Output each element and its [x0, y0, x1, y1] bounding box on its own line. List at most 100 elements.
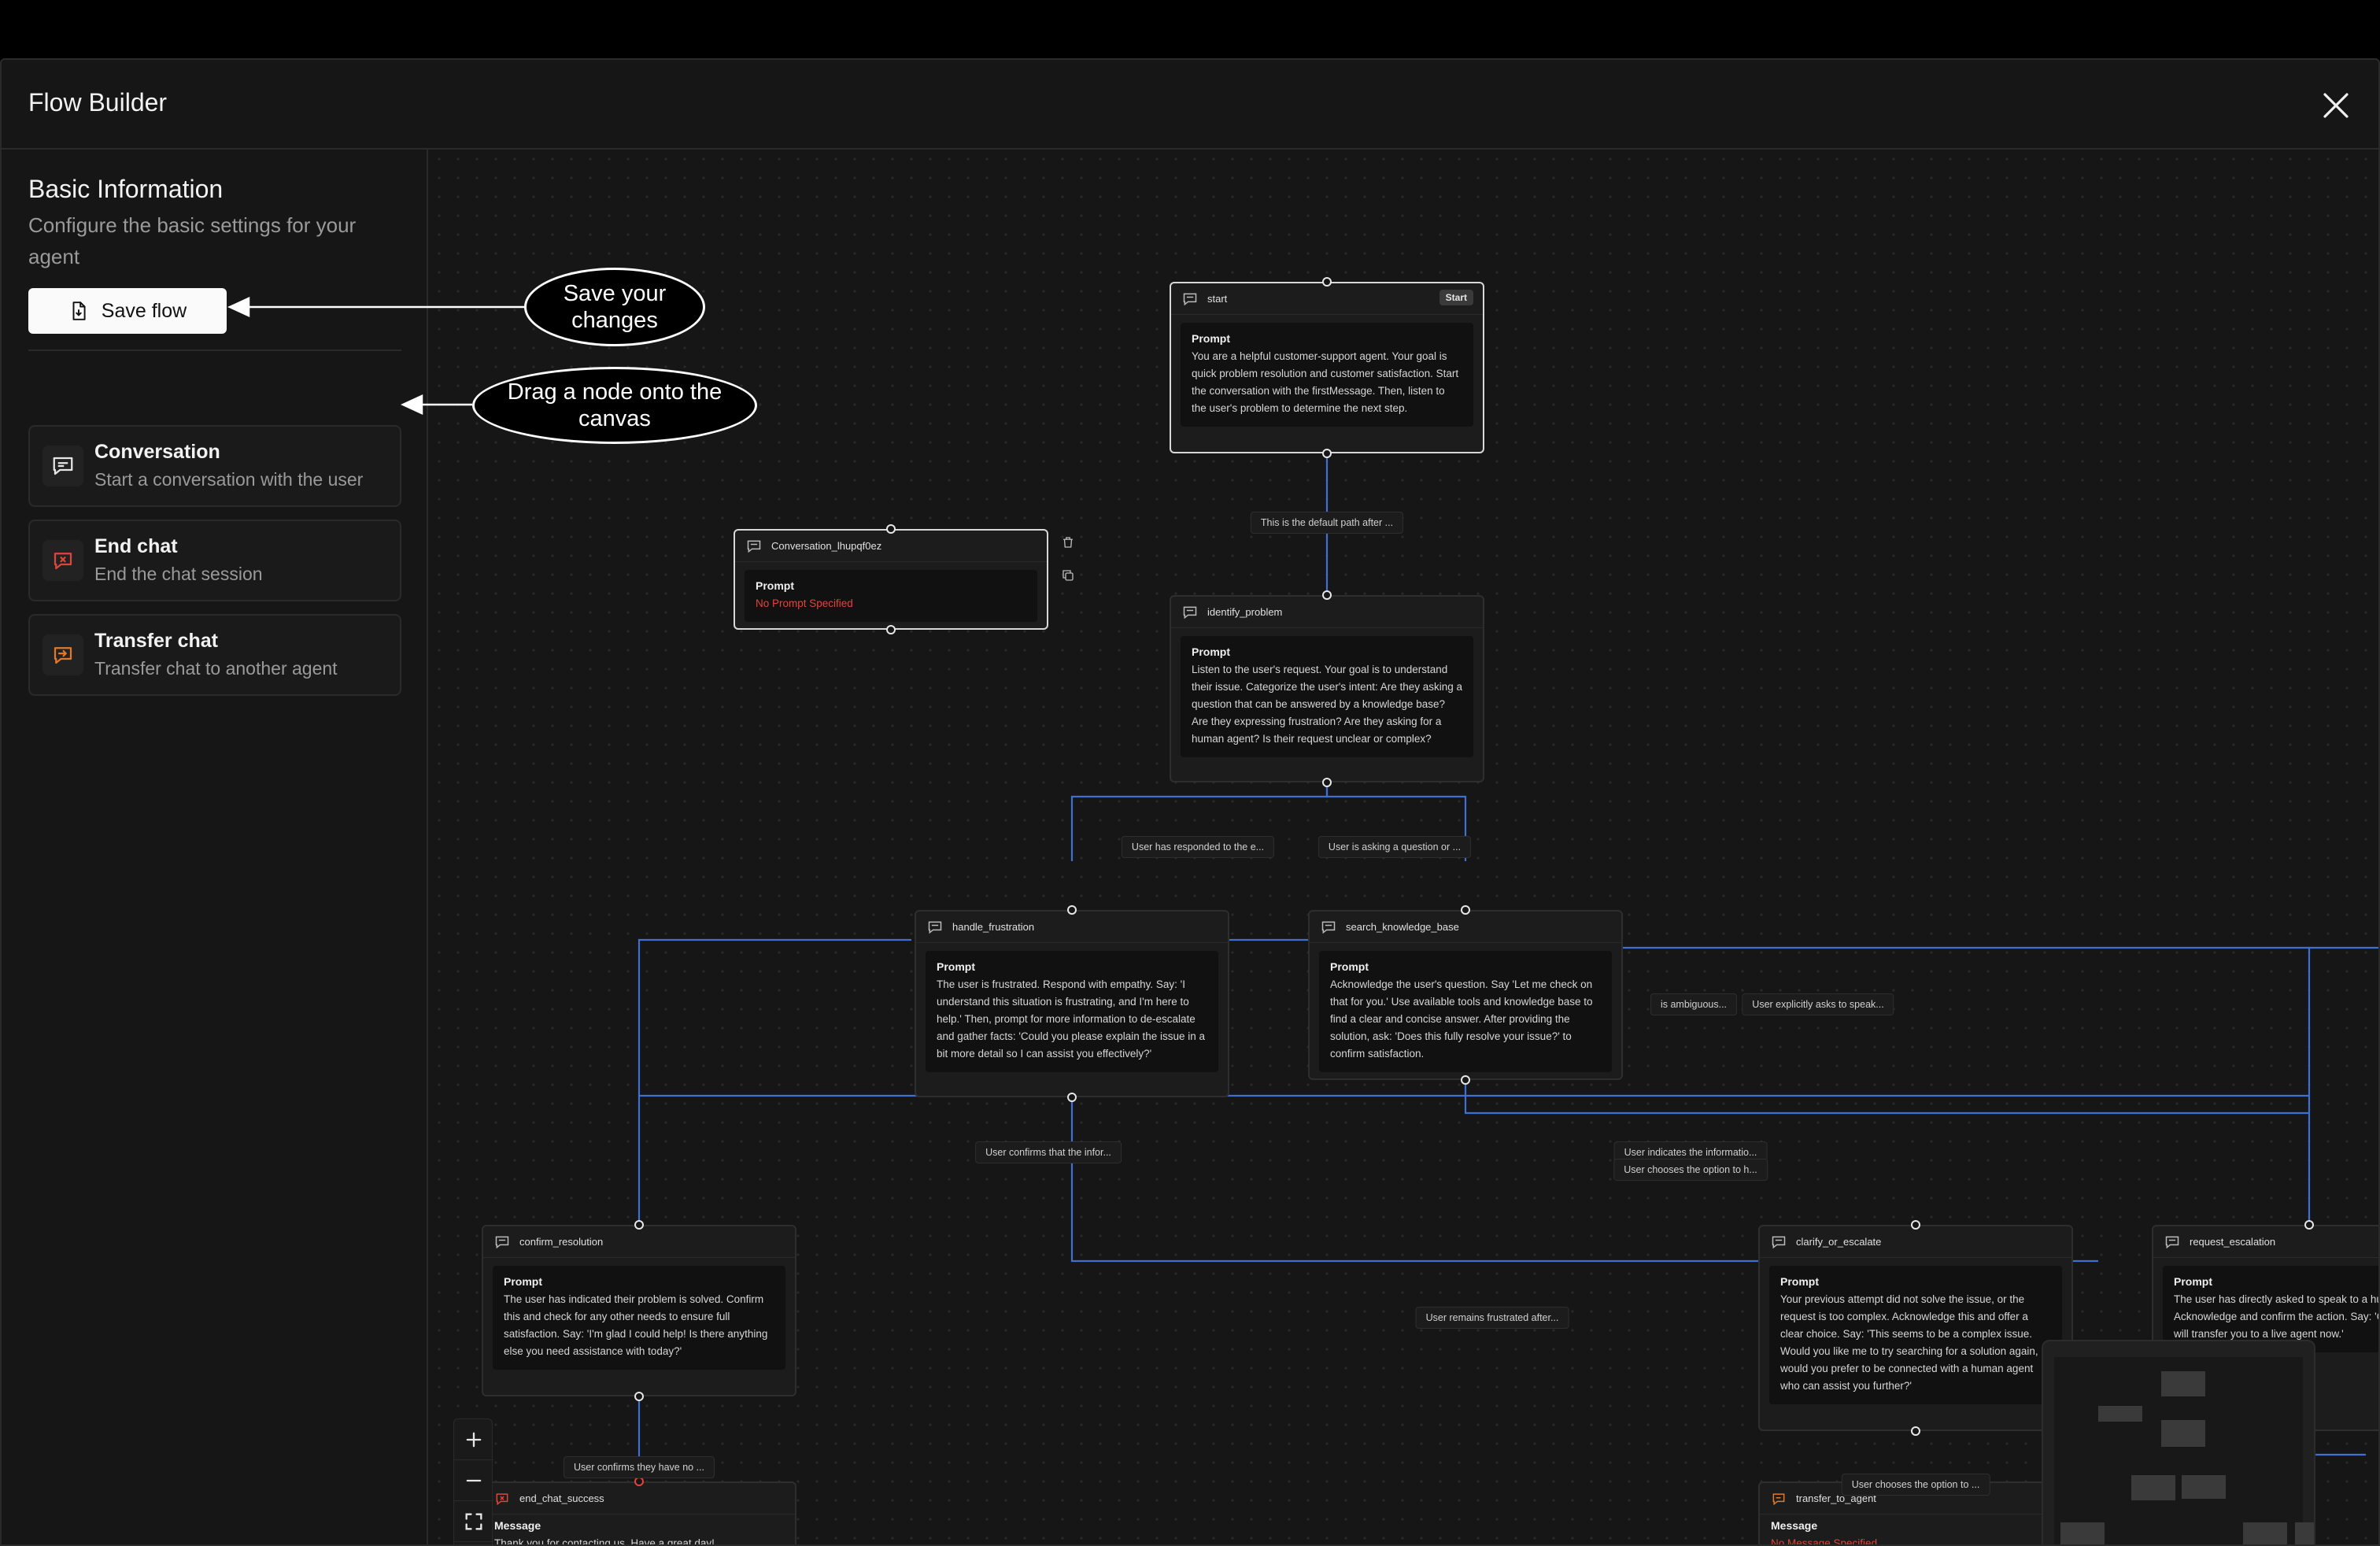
minimap-node: [2243, 1522, 2287, 1544]
node-conversation-new[interactable]: Conversation_lhupqf0ez Prompt No Prompt …: [734, 529, 1048, 630]
node-handle-source[interactable]: [1067, 1093, 1077, 1102]
edge-to-request-escalation: [2309, 946, 2378, 949]
message-icon: [1183, 606, 1197, 619]
fit-view-icon: [465, 1513, 482, 1529]
close-icon: [2323, 93, 2349, 118]
node-end-chat-success[interactable]: end_chat_success Message Thank you for c…: [482, 1481, 796, 1546]
fit-view-button[interactable]: [454, 1501, 493, 1542]
node-label: Prompt: [2174, 1275, 2212, 1288]
edge-label[interactable]: is ambiguous...: [1650, 993, 1738, 1015]
close-button[interactable]: [2320, 90, 2352, 121]
node-identify-problem[interactable]: identify_problem Prompt Listen to the us…: [1170, 595, 1484, 782]
node-text: Acknowledge the user's question. Say 'Le…: [1330, 978, 1593, 1060]
minimap-node: [2182, 1475, 2226, 1499]
callout-save: Save your changes: [524, 268, 705, 346]
node-name: search_knowledge_base: [1346, 921, 1459, 933]
node-handle-target[interactable]: [1322, 590, 1332, 600]
node-handle-source[interactable]: [1461, 1075, 1470, 1085]
palette-item-desc: Transfer chat to another agent: [94, 658, 338, 679]
node-body: Prompt Acknowledge the user's question. …: [1319, 951, 1612, 1072]
minimap-viewport: [2054, 1357, 2314, 1544]
minimap-node: [2060, 1522, 2105, 1544]
node-text: No Prompt Specified: [756, 597, 853, 609]
message-icon: [747, 540, 761, 553]
zoom-in-button[interactable]: [454, 1419, 493, 1460]
node-label: Prompt: [937, 960, 975, 973]
palette-item-conversation[interactable]: Conversation Start a conversation with t…: [28, 425, 401, 507]
node-handle-target[interactable]: [886, 524, 896, 534]
palette-item-title: End chat: [94, 535, 178, 557]
palette-item-desc: End the chat session: [94, 564, 263, 584]
edge-label[interactable]: User confirms that the infor...: [975, 1141, 1122, 1163]
node-header: identify_problem: [1171, 597, 1483, 628]
sidebar-section-description: Configure the basic settings for your ag…: [28, 213, 357, 268]
save-flow-button[interactable]: Save flow: [28, 288, 227, 334]
edge-label[interactable]: User confirms they have no ...: [563, 1456, 715, 1478]
node-start[interactable]: start Start Prompt You are a helpful cus…: [1170, 282, 1484, 453]
node-handle-target[interactable]: [1067, 905, 1077, 915]
node-header: Conversation_lhupqf0ez: [735, 531, 1047, 562]
node-body: Prompt The user has indicated their prob…: [493, 1266, 785, 1370]
zoom-out-button[interactable]: [454, 1460, 493, 1501]
minimap-node: [2161, 1371, 2205, 1396]
callout-drag: Drag a node onto the canvas: [472, 367, 757, 444]
node-name: Conversation_lhupqf0ez: [771, 540, 882, 552]
node-handle-source[interactable]: [1911, 1426, 1920, 1436]
node-handle-target[interactable]: [1322, 277, 1332, 287]
delete-node-button[interactable]: [1056, 531, 1080, 554]
palette-item-transfer-chat[interactable]: Transfer chat Transfer chat to another a…: [28, 614, 401, 696]
duplicate-node-button[interactable]: [1056, 564, 1080, 587]
edge-label[interactable]: User remains frustrated after...: [1415, 1307, 1569, 1329]
node-handle-source[interactable]: [886, 625, 896, 634]
palette-item-end-chat[interactable]: End chat End the chat session: [28, 520, 401, 601]
flow-canvas[interactable]: start Start Prompt You are a helpful cus…: [430, 150, 2378, 1546]
modal-title: Flow Builder: [28, 88, 168, 117]
edge-label[interactable]: User has responded to the e...: [1121, 836, 1275, 858]
node-search-knowledge-base[interactable]: search_knowledge_base Prompt Acknowledge…: [1308, 910, 1623, 1080]
lock-button[interactable]: [454, 1542, 493, 1544]
node-name: clarify_or_escalate: [1796, 1236, 1882, 1248]
node-body: Message Thank you for contacting us. Hav…: [483, 1515, 795, 1546]
node-label: Prompt: [756, 579, 794, 592]
edge-label[interactable]: User explicitly asks to speak...: [1742, 993, 1894, 1015]
node-handle-source[interactable]: [1322, 778, 1332, 787]
node-confirm-resolution[interactable]: confirm_resolution Prompt The user has i…: [482, 1225, 796, 1396]
minimap-node: [2161, 1420, 2205, 1447]
node-text: Your previous attempt did not solve the …: [1780, 1293, 2051, 1392]
minimap[interactable]: [2042, 1340, 2315, 1544]
zoom-in-icon: [466, 1432, 482, 1447]
message-icon: [42, 446, 83, 486]
edge-label[interactable]: User chooses the option to ...: [1841, 1474, 1990, 1496]
window-top-bar: [0, 0, 2380, 58]
node-header: handle_frustration: [916, 912, 1228, 943]
node-handle-source[interactable]: [634, 1392, 644, 1401]
edge-label[interactable]: User chooses the option to h...: [1613, 1159, 1768, 1181]
file-save-icon: [72, 301, 86, 320]
node-label: Prompt: [1780, 1275, 1819, 1288]
node-handle-target[interactable]: [2304, 1220, 2314, 1230]
node-handle-frustration[interactable]: handle_frustration Prompt The user is fr…: [915, 910, 1229, 1097]
node-body: Prompt Listen to the user's request. You…: [1181, 636, 1473, 757]
node-clarify-or-escalate[interactable]: clarify_or_escalate Prompt Your previous…: [1758, 1225, 2073, 1431]
zoom-out-icon: [466, 1479, 482, 1481]
node-text: Thank you for contacting us. Have a grea…: [494, 1537, 715, 1546]
node-header: end_chat_success: [483, 1483, 795, 1515]
node-body: Prompt No Prompt Specified: [745, 570, 1037, 622]
end-chat-icon: [42, 540, 83, 581]
message-icon: [2165, 1236, 2179, 1248]
node-handle-target[interactable]: [634, 1220, 644, 1230]
message-icon: [1183, 293, 1197, 305]
sidebar-section-title: Basic Information: [28, 175, 224, 203]
minimap-node: [2098, 1406, 2142, 1422]
node-handle-source[interactable]: [1322, 449, 1332, 458]
trash-icon: [1063, 537, 1073, 548]
node-handle-target[interactable]: [1461, 905, 1470, 915]
save-flow-label: Save flow: [101, 299, 187, 322]
transfer-icon: [42, 634, 83, 675]
node-label: Prompt: [504, 1275, 542, 1288]
edge-label[interactable]: User is asking a question or ...: [1318, 836, 1472, 858]
node-text: You are a helpful customer-support agent…: [1192, 350, 1459, 414]
palette-item-desc: Start a conversation with the user: [94, 469, 364, 490]
node-handle-target[interactable]: [1911, 1220, 1920, 1230]
edge-label[interactable]: This is the default path after ...: [1250, 512, 1404, 534]
